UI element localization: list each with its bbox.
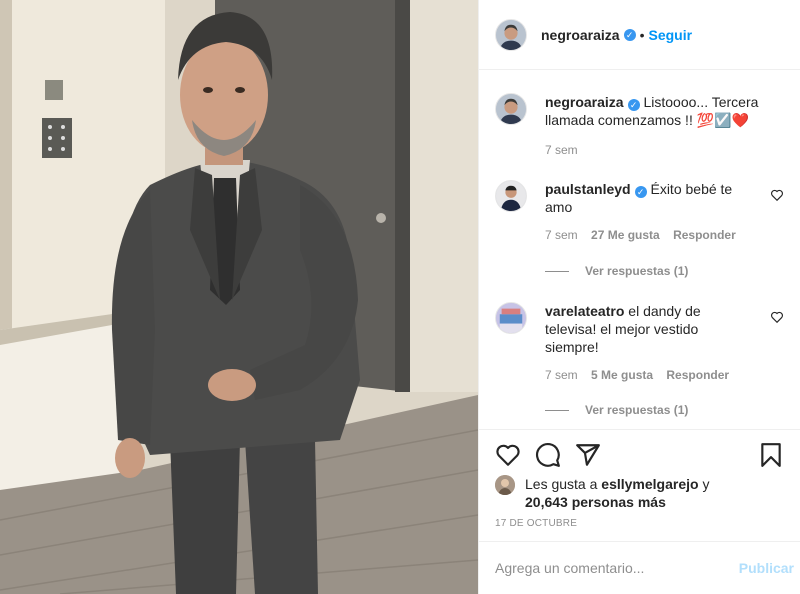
publish-button[interactable]: Publicar — [739, 560, 794, 576]
post-actions: Les gusta a esllymelgarejo y 20,643 pers… — [479, 429, 800, 541]
post-date[interactable]: 17 DE OCTUBRE — [495, 518, 577, 529]
caption-username[interactable]: negroaraiza — [545, 94, 624, 110]
caption-avatar[interactable] — [495, 93, 527, 125]
reply-button[interactable]: Responder — [666, 368, 729, 382]
reply-button[interactable]: Responder — [673, 228, 736, 242]
verified-icon: ✓ — [623, 28, 636, 41]
commenter-avatar[interactable] — [495, 180, 527, 212]
comments-list[interactable]: negroaraiza ✓ Listoooo... Tercera llamada… — [479, 71, 800, 429]
view-replies-button[interactable]: Ver respuestas (1) — [545, 403, 688, 417]
add-comment-form: Publicar — [479, 541, 800, 594]
share-icon[interactable] — [575, 442, 601, 468]
view-replies-label: Ver respuestas (1) — [585, 403, 689, 417]
bookmark-icon[interactable] — [758, 442, 784, 468]
verified-icon: ✓ — [627, 99, 640, 111]
comment-likes[interactable]: 27 Me gusta — [591, 228, 660, 242]
comment-icon[interactable] — [535, 442, 561, 468]
caption-time[interactable]: 7 sem — [545, 143, 578, 157]
view-replies-button[interactable]: Ver respuestas (1) — [545, 264, 688, 278]
heart-icon[interactable] — [770, 188, 784, 202]
post-side-panel: negroaraiza ✓ • Seguir negroaraiza ✓ List… — [478, 0, 800, 594]
separator-dot: • — [639, 26, 645, 43]
comment-time[interactable]: 7 sem — [545, 368, 578, 382]
view-replies-label: Ver respuestas (1) — [585, 264, 689, 278]
post-photo[interactable] — [0, 0, 478, 594]
comment-username[interactable]: paulstanleyd — [545, 181, 631, 197]
liker-username[interactable]: esllymelgarejo — [601, 476, 698, 492]
heart-icon[interactable] — [495, 442, 521, 468]
caption: negroaraiza ✓ Listoooo... Tercera llamada… — [495, 93, 790, 157]
comment-likes[interactable]: 5 Me gusta — [591, 368, 653, 382]
heart-icon[interactable] — [770, 310, 784, 324]
likes-summary: Les gusta a esllymelgarejo y 20,643 pers… — [495, 475, 755, 511]
verified-icon: ✓ — [634, 186, 647, 198]
likes-prefix: Les gusta a — [525, 476, 598, 492]
liker-avatar[interactable] — [495, 475, 515, 495]
follow-button[interactable]: Seguir — [649, 27, 693, 43]
comment-username[interactable]: varelateatro — [545, 303, 624, 319]
likes-conj: y — [702, 476, 710, 492]
commenter-avatar[interactable] — [495, 302, 527, 334]
replies-line — [545, 409, 569, 411]
author-avatar[interactable] — [495, 18, 527, 51]
comment-item: varelateatro el dandy de televisa! el me… — [495, 302, 790, 382]
post-header: negroaraiza ✓ • Seguir — [479, 0, 800, 70]
comment-time[interactable]: 7 sem — [545, 228, 578, 242]
likes-count[interactable]: 20,643 personas más — [525, 494, 666, 510]
comment-item: paulstanleyd ✓ Éxito bebé te amo 7 sem 27… — [495, 180, 790, 242]
comment-input[interactable] — [495, 560, 739, 576]
man-in-suit-photo — [0, 0, 478, 594]
author-username[interactable]: negroaraiza — [541, 27, 620, 43]
replies-line — [545, 270, 569, 272]
